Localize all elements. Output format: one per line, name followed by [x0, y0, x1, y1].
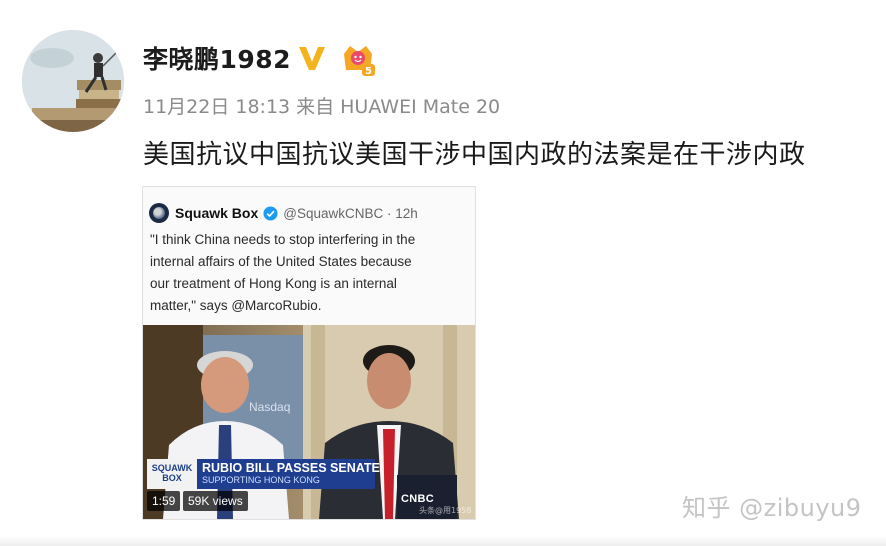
tweet-text: "I think China needs to stop interfering… — [150, 229, 468, 317]
video-views: 59K views — [183, 491, 248, 511]
nasdaq-sign: Nasdaq — [249, 400, 290, 414]
tweet-handle: @SquawkCNBC · 12h — [283, 205, 418, 221]
tweet-line: our treatment of Hong Kong is an interna… — [150, 276, 397, 291]
post-body-text: 美国抗议中国抗议美国干涉中国内政的法案是在干涉内政 — [143, 140, 806, 170]
tweet-line: matter," says @MarcoRubio. — [150, 298, 322, 313]
tweet-line: "I think China needs to stop interfering… — [150, 232, 416, 247]
chyron-headline: RUBIO BILL PASSES SENATE — [202, 461, 380, 475]
cnbc-logo: CNBC — [401, 493, 434, 505]
chyron-subhead: SUPPORTING HONG KONG — [202, 475, 320, 485]
verified-v-icon — [299, 47, 325, 70]
tweet-header: Squawk Box @SquawkCNBC · 12h — [149, 201, 418, 225]
zhihu-watermark: 知乎 @zibuyu9 — [682, 494, 862, 522]
post-date[interactable]: 11月22日 — [143, 96, 229, 118]
tweet-author-name: Squawk Box — [175, 205, 259, 221]
vip-level: 5 — [365, 66, 372, 77]
show-logo: SQUAWK BOX — [147, 459, 197, 489]
username[interactable]: 李晓鹏1982 — [143, 40, 291, 76]
video-duration: 1:59 — [147, 491, 181, 511]
image-watermark: 头条@用1958 — [419, 506, 472, 515]
bottom-divider — [0, 536, 886, 546]
weibo-post: 李晓鹏1982 5 11月22日 18:13 来自 HUAWEI Mate 20 美国… — [0, 0, 886, 546]
post-time[interactable]: 18:13 — [235, 96, 290, 118]
avatar-illustration — [22, 30, 124, 132]
post-meta: 11月22日 18:13 来自 HUAWEI Mate 20 — [143, 92, 506, 119]
video-thumbnail[interactable]: Nasdaq SQUAWK BOX RUBIO BILL PASSES SENA… — [143, 325, 475, 519]
video-scene: Nasdaq — [143, 325, 475, 519]
source-prefix: 来自 — [296, 96, 335, 118]
headline-box: RUBIO BILL PASSES SENATE SUPPORTING HONG… — [197, 459, 380, 489]
vip-crown-icon[interactable]: 5 — [340, 40, 376, 78]
verified-check-icon — [263, 205, 278, 221]
post-image[interactable]: Squawk Box @SquawkCNBC · 12h "I think Ch… — [142, 186, 476, 520]
tweet-line: internal affairs of the United States be… — [150, 254, 412, 269]
chyron: SQUAWK BOX RUBIO BILL PASSES SENATE SUPP… — [147, 459, 380, 489]
user-avatar[interactable] — [22, 30, 124, 132]
source-device: HUAWEI Mate 20 — [340, 96, 501, 118]
tweet-avatar — [149, 203, 169, 223]
